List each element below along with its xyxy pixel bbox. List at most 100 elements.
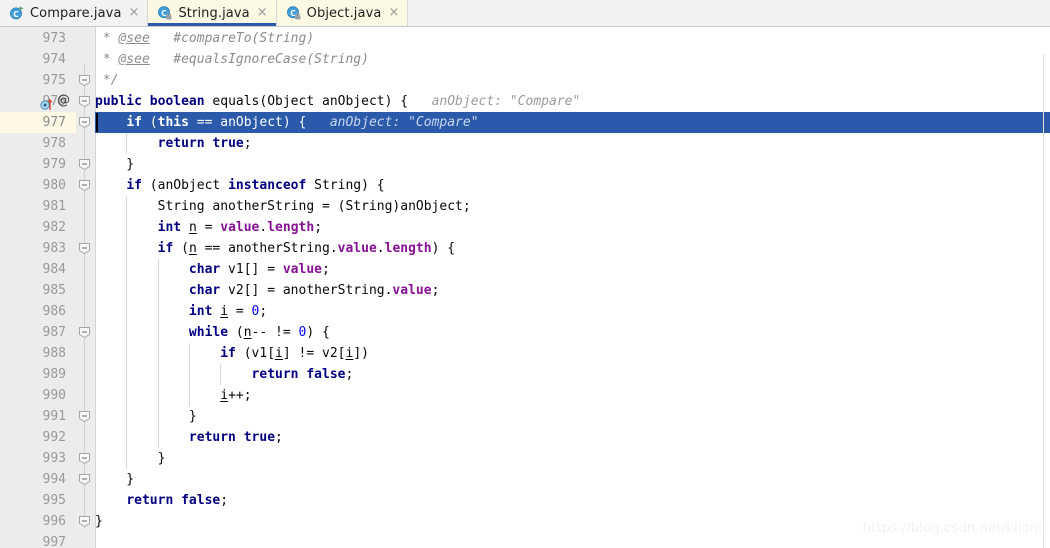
code-line[interactable]: 981 String anotherString = (String)anObj… [0, 196, 1050, 217]
code-text[interactable]: return false; [95, 490, 1050, 511]
code-line[interactable]: 975 */ [0, 70, 1050, 91]
code-line[interactable]: 983 if (n == anotherString.value.length)… [0, 238, 1050, 259]
watermark-text: https://blog.csdn.net/klionl [862, 521, 1042, 536]
line-number: 986 [42, 304, 66, 319]
tab-label: Compare.java [30, 5, 122, 21]
code-line[interactable]: 973 * @see #compareTo(String) [0, 28, 1050, 49]
code-text[interactable]: return false; [95, 364, 1050, 385]
line-number: 993 [42, 451, 66, 466]
code-line[interactable]: 977 if (this == anObject) { anObject: "C… [0, 112, 1050, 133]
code-text[interactable]: if (anObject instanceof String) { [95, 175, 1050, 196]
code-text[interactable]: while (n-- != 0) { [95, 322, 1050, 343]
svg-text:C: C [13, 10, 19, 19]
code-text[interactable]: char v2[] = anotherString.value; [95, 280, 1050, 301]
code-editor[interactable]: 973 * @see #compareTo(String) 974 * @see … [0, 27, 1050, 548]
fold-marker-icon[interactable] [79, 474, 90, 485]
code-text[interactable]: int i = 0; [95, 301, 1050, 322]
code-text[interactable]: * @see #compareTo(String) [95, 28, 1050, 49]
line-number: 985 [42, 283, 66, 298]
fold-marker-icon[interactable] [79, 411, 90, 422]
code-line[interactable]: 982 int n = value.length; [0, 217, 1050, 238]
code-text[interactable]: } [95, 406, 1050, 427]
line-number: 994 [42, 472, 66, 487]
tab-compare-java[interactable]: C Compare.java × [0, 0, 149, 26]
fold-marker-icon[interactable] [79, 243, 90, 254]
line-number: 977 [42, 115, 66, 130]
code-text[interactable]: if (n == anotherString.value.length) { [95, 238, 1050, 259]
code-line[interactable]: 985 char v2[] = anotherString.value; [0, 280, 1050, 301]
close-icon[interactable]: × [386, 6, 399, 19]
code-line[interactable]: 992 return true; [0, 427, 1050, 448]
line-number: 988 [42, 346, 66, 361]
code-line[interactable]: 984 char v1[] = value; [0, 259, 1050, 280]
java-readonly-class-icon: C [286, 5, 302, 21]
code-line[interactable]: 986 int i = 0; [0, 301, 1050, 322]
code-text[interactable]: i++; [95, 385, 1050, 406]
line-number: 973 [42, 31, 66, 46]
code-line[interactable]: 991 } [0, 406, 1050, 427]
code-line[interactable]: 976 @ public boolean equals(Object anObjec… [0, 91, 1050, 112]
fold-marker-icon[interactable] [79, 117, 90, 128]
fold-marker-icon[interactable] [79, 96, 90, 107]
line-number: 991 [42, 409, 66, 424]
tab-string-java[interactable]: C String.java × [148, 0, 277, 26]
fold-marker-icon[interactable] [79, 327, 90, 338]
tab-object-java[interactable]: C Object.java × [276, 0, 409, 26]
line-number: 990 [42, 388, 66, 403]
fold-marker-icon[interactable] [79, 180, 90, 191]
code-text[interactable]: return true; [95, 427, 1050, 448]
line-number: 983 [42, 241, 66, 256]
line-number: 984 [42, 262, 66, 277]
close-icon[interactable]: × [255, 6, 268, 19]
code-line[interactable]: 974 * @see #equalsIgnoreCase(String) [0, 49, 1050, 70]
code-text[interactable]: char v1[] = value; [95, 259, 1050, 280]
annotation-at-icon[interactable]: @ [57, 94, 70, 107]
code-text[interactable]: if (this == anObject) { anObject: "Compa… [95, 112, 1050, 133]
method-override-icon[interactable] [40, 95, 53, 110]
code-text[interactable]: return true; [95, 133, 1050, 154]
fold-marker-icon[interactable] [79, 159, 90, 170]
code-text[interactable]: } [95, 469, 1050, 490]
code-text[interactable]: String anotherString = (String)anObject; [95, 196, 1050, 217]
line-number: 979 [42, 157, 66, 172]
code-text[interactable]: */ [95, 70, 1050, 91]
code-text[interactable]: int n = value.length; [95, 217, 1050, 238]
code-text[interactable]: public boolean equals(Object anObject) {… [95, 91, 1050, 112]
ide-window: C Compare.java × C String.java × C Objec… [0, 0, 1050, 548]
line-number: 996 [42, 514, 66, 529]
code-line[interactable]: 980 if (anObject instanceof String) { [0, 175, 1050, 196]
code-line[interactable]: 993 } [0, 448, 1050, 469]
line-number: 992 [42, 430, 66, 445]
tab-label: Object.java [306, 5, 382, 21]
line-number: 982 [42, 220, 66, 235]
code-text[interactable]: } [95, 154, 1050, 175]
editor-scrollbar[interactable] [1043, 54, 1044, 548]
close-icon[interactable]: × [127, 6, 140, 19]
line-number: 974 [42, 52, 66, 67]
code-line[interactable]: 994 } [0, 469, 1050, 490]
line-number: 980 [42, 178, 66, 193]
code-line[interactable]: 990 i++; [0, 385, 1050, 406]
code-text[interactable]: * @see #equalsIgnoreCase(String) [95, 49, 1050, 70]
code-line[interactable]: 987 while (n-- != 0) { [0, 322, 1050, 343]
inline-debug-hint: anObject: "Compare" [431, 94, 581, 109]
line-number: 989 [42, 367, 66, 382]
code-rows: 973 * @see #compareTo(String) 974 * @see … [0, 27, 1050, 548]
java-runnable-class-icon: C [9, 5, 25, 21]
code-line[interactable]: 979 } [0, 154, 1050, 175]
fold-marker-icon[interactable] [79, 453, 90, 464]
code-line[interactable]: 988 if (v1[i] != v2[i]) [0, 343, 1050, 364]
inline-debug-hint: anObject: "Compare" [329, 115, 479, 130]
code-text[interactable]: } [95, 448, 1050, 469]
line-number: 995 [42, 493, 66, 508]
code-line[interactable]: 978 return true; [0, 133, 1050, 154]
line-number: 997 [42, 535, 66, 548]
code-line[interactable]: 989 return false; [0, 364, 1050, 385]
line-number: 978 [42, 136, 66, 151]
fold-marker-icon[interactable] [79, 516, 90, 527]
code-line[interactable]: 995 return false; [0, 490, 1050, 511]
line-number: 987 [42, 325, 66, 340]
fold-marker-icon[interactable] [79, 75, 90, 86]
editor-tab-bar: C Compare.java × C String.java × C Objec… [0, 0, 1050, 27]
code-text[interactable]: if (v1[i] != v2[i]) [95, 343, 1050, 364]
